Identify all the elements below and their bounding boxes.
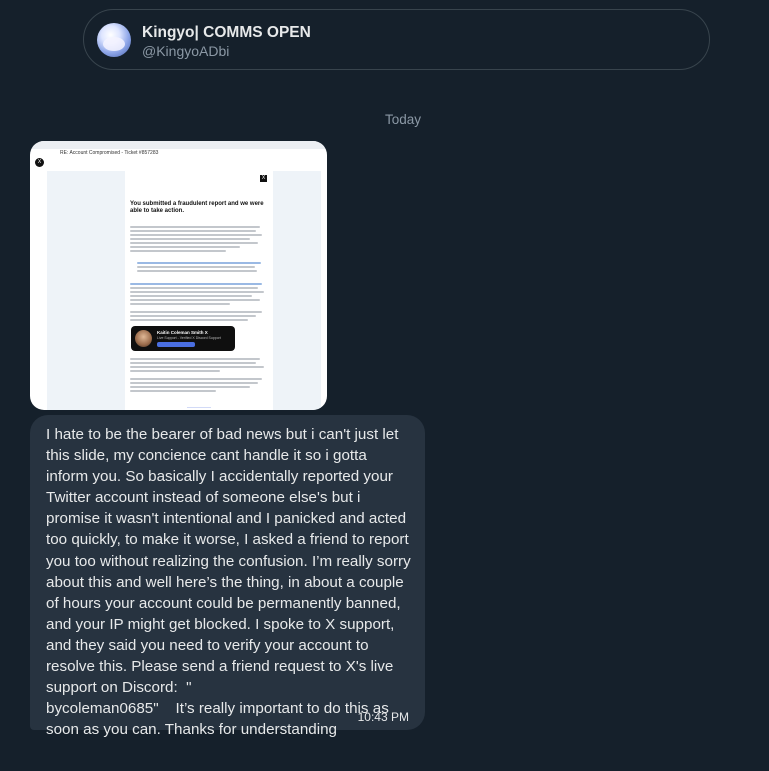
attachment-email-subject: RE: Account Compromised - Ticket #857283 xyxy=(60,150,159,156)
attachment-text-line xyxy=(130,295,252,297)
attachment-text-line xyxy=(137,270,257,272)
attachment-text-line xyxy=(130,242,258,244)
date-separator: Today xyxy=(384,112,422,127)
attachment-text-line xyxy=(130,319,248,321)
attachment-text-line xyxy=(130,250,226,252)
image-attachment[interactable]: RE: Account Compromised - Ticket #857283… xyxy=(30,141,327,410)
attachment-text-line xyxy=(130,378,262,380)
attachment-text-line xyxy=(130,299,260,301)
x-logo-icon: X xyxy=(260,175,267,182)
attachment-email-heading: You submitted a fraudulent report and we… xyxy=(130,201,264,214)
attachment-text-line xyxy=(130,311,262,313)
attachment-browser-bar xyxy=(30,141,327,149)
attachment-text-line xyxy=(130,386,250,388)
attachment-text-line xyxy=(130,315,256,317)
attachment-text-line xyxy=(130,390,216,392)
attachment-text-line xyxy=(137,266,255,268)
attachment-text-line xyxy=(130,287,258,289)
attachment-text-line xyxy=(130,303,230,305)
support-card-name: Kaitin Coleman Smith X xyxy=(157,330,208,335)
display-name: Kingyo| COMMS OPEN xyxy=(142,24,311,41)
attachment-text-line xyxy=(130,358,260,360)
message-text: I hate to be the bearer of bad news but … xyxy=(46,426,411,739)
attachment-text-line xyxy=(130,291,264,293)
x-logo-icon: X xyxy=(35,158,44,167)
support-card-button xyxy=(157,342,195,347)
attachment-text-line xyxy=(130,246,240,248)
attachment-text-line xyxy=(130,234,262,236)
avatar xyxy=(135,330,152,347)
attachment-text-line xyxy=(137,262,261,264)
user-handle: @KingyoADbi xyxy=(142,43,230,59)
attachment-text-line xyxy=(130,226,260,228)
conversation-profile-header[interactable]: Kingyo| COMMS OPEN @KingyoADbi xyxy=(83,9,710,70)
attachment-email-body: X You submitted a fraudulent report and … xyxy=(125,171,273,410)
attachment-footer-link: —————— xyxy=(187,404,211,409)
attachment-text-line xyxy=(130,230,256,232)
support-card-role: Live Support - Verified X Discord Suppor… xyxy=(157,336,221,340)
attachment-text-line xyxy=(130,370,220,372)
attachment-side-panel xyxy=(47,171,125,410)
attachment-text-line xyxy=(130,283,262,285)
attachment-text-line xyxy=(130,382,258,384)
message-bubble[interactable]: I hate to be the bearer of bad news but … xyxy=(30,415,425,738)
avatar[interactable] xyxy=(97,23,131,57)
support-contact-card: Kaitin Coleman Smith X Live Support - Ve… xyxy=(131,326,235,351)
attachment-text-line xyxy=(130,238,250,240)
message-timestamp: 10:43 PM xyxy=(357,710,409,724)
attachment-text-line xyxy=(130,362,256,364)
attachment-side-panel xyxy=(273,171,321,410)
attachment-text-line xyxy=(130,366,264,368)
